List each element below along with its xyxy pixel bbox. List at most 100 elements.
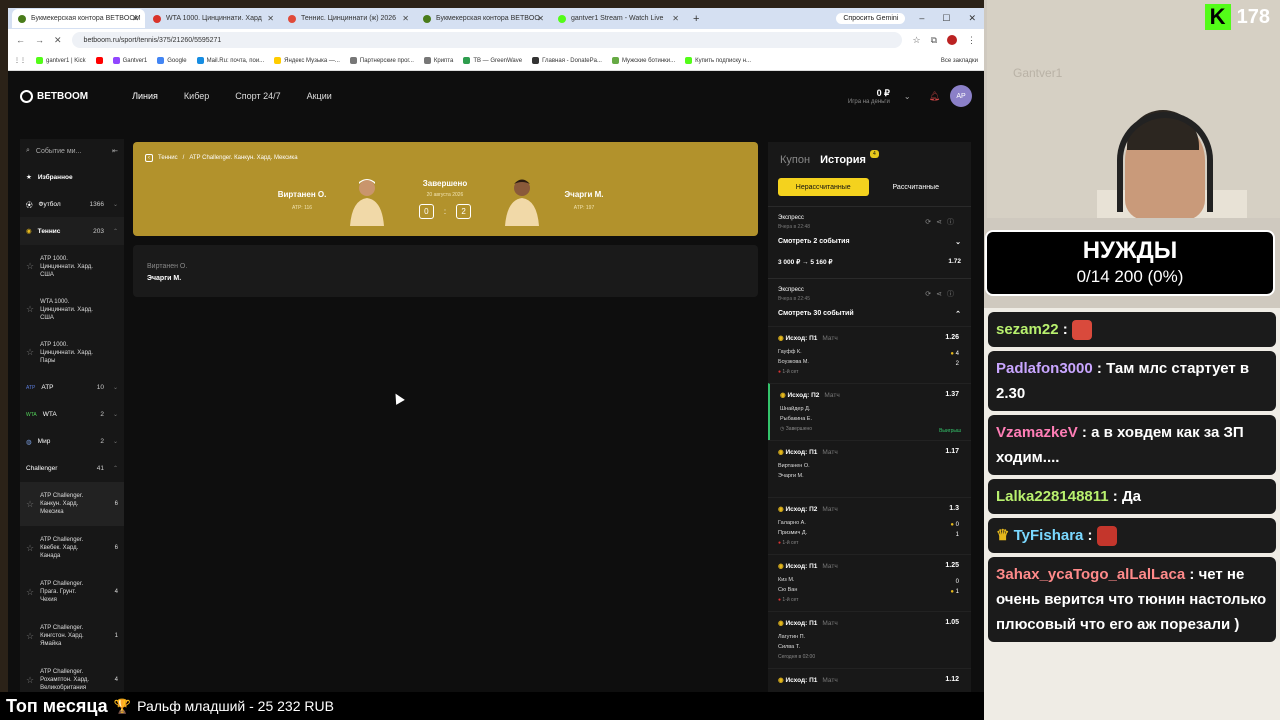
close-icon[interactable]: ✕ xyxy=(537,14,544,23)
bookmark-item[interactable]: Мужские ботинки... xyxy=(611,57,675,64)
bookmark-item[interactable]: Mail.Ru: почта, пои... xyxy=(196,57,264,64)
star-icon[interactable]: ☆ xyxy=(26,675,34,686)
betboom-site: BETBOOM Линия Кибер Спорт 24/7 Акции 0 ₽… xyxy=(8,71,984,692)
browser-tab[interactable]: Букмекерская контора BETBOOM ✕ xyxy=(12,9,145,28)
sidebar-item-tennis[interactable]: ◉ Теннис 203 ⌃ xyxy=(20,217,124,245)
close-icon[interactable]: ✕ xyxy=(132,14,139,23)
maximize-icon[interactable]: ☐ xyxy=(942,13,950,24)
sidebar-subitem[interactable]: ☆ ATP Challenger. Рохамптон. Хард. Велико… xyxy=(20,658,124,692)
bookmark-item[interactable]: Gantver1 xyxy=(112,57,147,64)
sidebar-item-world[interactable]: ◍ Мир 2 ⌄ xyxy=(20,428,124,455)
bookmark-item[interactable]: Партнерские прог... xyxy=(349,57,414,64)
nav-sport247[interactable]: Спорт 24/7 xyxy=(235,91,280,101)
won-label: Выигрыш xyxy=(939,428,961,434)
star-icon[interactable]: ☆ xyxy=(26,543,34,554)
apps-icon[interactable]: ⋮⋮ xyxy=(14,57,26,64)
sidebar-subitem[interactable]: ☆ ATP 1000. Цинциннати. Хард. Пары xyxy=(20,331,124,374)
event-search[interactable]: ⌕ Событие ми... ⇤ xyxy=(20,139,124,163)
chevron-down-icon: ⌄ xyxy=(112,201,118,208)
sidebar-item-football[interactable]: ⚽︎ Футбол 1366 ⌄ xyxy=(20,191,124,217)
menu-icon[interactable]: ⋮ xyxy=(967,35,976,46)
atp-icon: ATP xyxy=(26,384,36,391)
match-banner: ‹ Теннис / ATP Challenger. Канкун. Хард. Ме… xyxy=(133,142,758,236)
search-input[interactable]: Событие ми... xyxy=(36,148,82,155)
star-icon[interactable]: ☆ xyxy=(26,587,34,598)
bookmark-item[interactable]: TB — GreenWave xyxy=(463,57,522,64)
breadcrumb-sport[interactable]: Теннис xyxy=(158,155,178,161)
stop-icon[interactable]: ✕ xyxy=(54,35,62,46)
sidebar-subitem[interactable]: ☆ ATP 1000. Цинциннати. Хард. США xyxy=(20,245,124,288)
filter-settled[interactable]: Рассчитанные xyxy=(871,178,962,196)
tab-coupon[interactable]: Купон xyxy=(780,154,810,166)
chevron-down-icon: ⌄ xyxy=(955,239,961,246)
star-icon[interactable]: ☆ xyxy=(26,631,34,642)
bookmark-item[interactable]: Купить подписку н... xyxy=(685,57,751,64)
close-icon[interactable]: ✕ xyxy=(267,14,274,23)
browser-tab[interactable]: WTA 1000. Цинциннати. Хард ✕ xyxy=(147,9,280,28)
favicon-icon xyxy=(558,14,566,23)
bookmark-item[interactable]: Крипта xyxy=(423,57,453,64)
browser-tab[interactable]: gantver1 Stream - Watch Live ✕ xyxy=(552,9,685,28)
gemini-button[interactable]: Спросить Gemini xyxy=(836,13,906,24)
sidebar-subitem[interactable]: ☆ ATP Challenger. Квебек. Хард. Канада 6 xyxy=(20,526,124,570)
bookmark-item[interactable]: Яндекс Музыка —... xyxy=(274,57,340,64)
star-icon[interactable]: ☆ xyxy=(26,347,34,358)
star-icon[interactable]: ☆ xyxy=(26,304,34,315)
sidebar-item-favorites[interactable]: ★ Избранное xyxy=(20,163,124,191)
extensions-icon[interactable]: ⧉ xyxy=(931,35,937,46)
back-icon[interactable]: ← xyxy=(16,35,25,45)
sidebar-subitem[interactable]: ☆ ATP Challenger. Кингстон. Хард. Ямайка 1 xyxy=(20,614,124,658)
player1: Виртанен О. ATP: 116 xyxy=(277,190,327,211)
collapse-icon[interactable]: ⇤ xyxy=(112,147,118,155)
browser-tab[interactable]: Теннис. Цинциннати (ж) 2026 ✕ xyxy=(282,9,415,28)
profile-icon[interactable] xyxy=(947,35,957,45)
bookmark-item[interactable]: Google xyxy=(157,57,187,64)
url-input[interactable]: betboom.ru/sport/tennis/375/21260/559527… xyxy=(71,32,903,48)
sidebar-subitem[interactable]: ☆ ATP Challenger. Канкун. Хард. Мексика 6 xyxy=(20,482,124,526)
close-icon[interactable]: ✕ xyxy=(402,14,409,23)
bookmark-item[interactable]: Главная - DonatePa... xyxy=(532,57,602,64)
minimize-icon[interactable]: – xyxy=(919,13,924,24)
nav-line[interactable]: Линия xyxy=(132,91,158,101)
filter-unsettled[interactable]: Нерассчитанные xyxy=(778,178,869,196)
star-icon: ★ xyxy=(26,174,32,181)
nav-promos[interactable]: Акции xyxy=(307,91,332,101)
headphones-icon xyxy=(1117,112,1213,212)
kick-logo-icon: K xyxy=(1204,4,1231,30)
browser-tab[interactable]: Букмекерская контора BETBOO ✕ xyxy=(417,9,550,28)
forward-icon[interactable]: → xyxy=(35,35,44,45)
breadcrumb-tournament[interactable]: ATP Challenger. Канкун. Хард. Мексика xyxy=(189,155,297,161)
betboom-logo[interactable]: BETBOOM xyxy=(20,89,88,103)
all-bookmarks-link[interactable]: Все закладки xyxy=(941,58,978,64)
chevron-down-icon[interactable]: ⌄ xyxy=(904,92,911,101)
new-tab-icon[interactable]: + xyxy=(693,13,699,25)
sidebar-item-atp[interactable]: ATP ATP 10 ⌄ xyxy=(20,374,124,401)
close-icon[interactable]: ✕ xyxy=(672,14,679,23)
bell-icon[interactable]: 🔔︎ xyxy=(929,91,940,102)
nav-cyber[interactable]: Кибер xyxy=(184,91,209,101)
see-events-toggle[interactable]: Смотреть 30 событий ⌃ xyxy=(778,310,961,318)
see-events-toggle[interactable]: Смотреть 2 события ⌄ xyxy=(778,238,961,246)
balance[interactable]: 0 ₽ Игра на деньги xyxy=(848,88,890,105)
site-header: BETBOOM Линия Кибер Спорт 24/7 Акции 0 ₽… xyxy=(8,71,984,121)
star-icon[interactable]: ☆ xyxy=(26,499,34,510)
bet-summary: 3 000 ₽ → 5 160 ₽1.72 xyxy=(778,258,961,266)
sidebar-subitem[interactable]: ☆ WTA 1000. Цинциннати. Хард. США xyxy=(20,288,124,331)
bookmark-item[interactable]: gantver1 | Kick xyxy=(36,57,86,64)
close-window-icon[interactable]: ✕ xyxy=(968,13,976,24)
star-icon[interactable]: ☆ xyxy=(26,261,34,272)
sidebar-item-challenger[interactable]: Challenger 41 ⌃ xyxy=(20,455,124,482)
avatar[interactable]: АР xyxy=(950,85,972,107)
bet-leg: ◉ Исход: П1 Матч 1.17 Виртанен О. Эчарги М… xyxy=(768,440,971,497)
bet-leg: ◉ Исход: П1 Матч 1.05 Лагутин П. Силва Т. С… xyxy=(768,611,971,668)
bet-actions-icon[interactable]: ⟳⋖ⓘ xyxy=(925,217,959,227)
sidebar-subitem[interactable]: ☆ ATP Challenger. Прага. Грунт. Чехия 4 xyxy=(20,570,124,614)
address-bar-row: ← → ✕ betboom.ru/sport/tennis/375/21260/… xyxy=(8,29,984,51)
sidebar-item-wta[interactable]: WTA WTA 2 ⌄ xyxy=(20,401,124,428)
bet-actions-icon[interactable]: ⟳⋖ⓘ xyxy=(925,289,959,299)
bookmark-star-icon[interactable]: ☆ xyxy=(912,35,920,46)
bookmark-item[interactable] xyxy=(95,57,103,64)
back-square-icon[interactable]: ‹ xyxy=(145,154,153,162)
tab-history[interactable]: История xyxy=(820,154,866,166)
window-controls: – ☐ ✕ xyxy=(919,13,976,24)
